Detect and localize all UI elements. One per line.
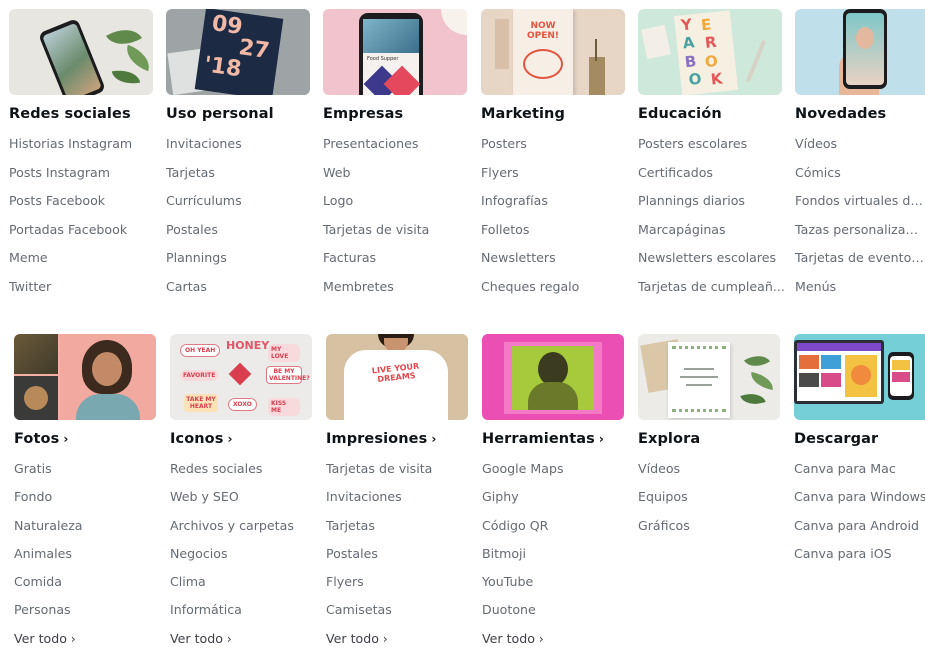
fotos-links: Gratis Fondo Naturaleza Animales Comida … xyxy=(14,461,83,659)
explora-links: Vídeos Equipos Gráficos xyxy=(638,461,690,546)
descargar-links: Canva para Mac Canva para Windows Canva … xyxy=(794,461,925,574)
chevron-right-icon: › xyxy=(70,631,76,646)
descargar-thumbnail[interactable] xyxy=(794,334,925,420)
descargar-heading[interactable]: Descargar xyxy=(794,431,878,447)
herramientas-thumbnail[interactable] xyxy=(482,334,624,420)
link-web-y-seo[interactable]: Web y SEO xyxy=(170,489,294,517)
herramientas-links: Google Maps Giphy Código QR Bitmoji YouT… xyxy=(482,461,564,659)
link-naturaleza[interactable]: Naturaleza xyxy=(14,518,83,546)
iconos-links: Redes sociales Web y SEO Archivos y carp… xyxy=(170,461,294,659)
link-flyers[interactable]: Flyers xyxy=(326,574,432,602)
fotos-heading[interactable]: Fotos › xyxy=(14,431,68,447)
category-fotos: Fotos › Gratis Fondo Naturaleza Animales … xyxy=(14,0,156,646)
impresiones-thumbnail[interactable]: LIVE YOUR DREAMS xyxy=(326,334,468,420)
link-tarjetas-de-visita[interactable]: Tarjetas de visita xyxy=(326,461,432,489)
herramientas-heading[interactable]: Herramientas › xyxy=(482,431,604,447)
explora-heading[interactable]: Explora xyxy=(638,431,700,447)
link-fondo[interactable]: Fondo xyxy=(14,489,83,517)
iconos-thumbnail[interactable]: OH YEAH HONEY MY LOVE FAVORITE BE MY VAL… xyxy=(170,334,312,420)
chevron-right-icon: › xyxy=(226,631,232,646)
link-codigo-qr[interactable]: Código QR xyxy=(482,518,564,546)
link-canva-para-mac[interactable]: Canva para Mac xyxy=(794,461,925,489)
link-clima[interactable]: Clima xyxy=(170,574,294,602)
link-personas[interactable]: Personas xyxy=(14,602,83,630)
category-herramientas: Herramientas › Google Maps Giphy Código Q… xyxy=(482,0,624,646)
fotos-thumbnail[interactable] xyxy=(14,334,156,420)
sticker-my-love: MY LOVE xyxy=(268,344,300,362)
sticker-favorite: FAVORITE xyxy=(180,370,219,381)
chevron-right-icon: › xyxy=(598,432,604,446)
explora-thumbnail[interactable] xyxy=(638,334,780,420)
link-redes-sociales[interactable]: Redes sociales xyxy=(170,461,294,489)
link-youtube[interactable]: YouTube xyxy=(482,574,564,602)
link-archivos-y-carpetas[interactable]: Archivos y carpetas xyxy=(170,518,294,546)
link-google-maps[interactable]: Google Maps xyxy=(482,461,564,489)
category-impresiones: LIVE YOUR DREAMS Impresiones › Tarjetas d… xyxy=(326,0,468,646)
chevron-right-icon: › xyxy=(63,432,69,446)
chevron-right-icon: › xyxy=(227,432,233,446)
chevron-right-icon: › xyxy=(431,432,437,446)
sticker-xoxo: XOXO xyxy=(228,398,257,411)
sticker-take-my-heart: TAKE MY HEART xyxy=(184,394,218,412)
sticker-oh-yeah: OH YEAH xyxy=(180,344,221,357)
category-explora: Explora Vídeos Equipos Gráficos xyxy=(638,0,780,533)
iconos-ver-todo-link[interactable]: Ver todo › xyxy=(170,631,294,659)
category-iconos: OH YEAH HONEY MY LOVE FAVORITE BE MY VAL… xyxy=(170,0,312,646)
link-informatica[interactable]: Informática xyxy=(170,602,294,630)
chevron-right-icon: › xyxy=(538,631,544,646)
link-camisetas[interactable]: Camisetas xyxy=(326,602,432,630)
link-videos[interactable]: Vídeos xyxy=(638,461,690,489)
link-canva-para-ios[interactable]: Canva para iOS xyxy=(794,546,925,574)
link-giphy[interactable]: Giphy xyxy=(482,489,564,517)
herramientas-ver-todo-link[interactable]: Ver todo › xyxy=(482,631,564,659)
link-duotone[interactable]: Duotone xyxy=(482,602,564,630)
link-tarjetas[interactable]: Tarjetas xyxy=(326,518,432,546)
sticker-kiss-me: KISS ME xyxy=(268,398,300,416)
link-postales[interactable]: Postales xyxy=(326,546,432,574)
iconos-heading[interactable]: Iconos › xyxy=(170,431,233,447)
impresiones-links: Tarjetas de visita Invitaciones Tarjetas… xyxy=(326,461,432,659)
sticker-honey: HONEY xyxy=(226,339,270,352)
link-comida[interactable]: Comida xyxy=(14,574,83,602)
link-gratis[interactable]: Gratis xyxy=(14,461,83,489)
impresiones-ver-todo-link[interactable]: Ver todo › xyxy=(326,631,432,659)
link-animales[interactable]: Animales xyxy=(14,546,83,574)
link-negocios[interactable]: Negocios xyxy=(170,546,294,574)
link-bitmoji[interactable]: Bitmoji xyxy=(482,546,564,574)
link-equipos[interactable]: Equipos xyxy=(638,489,690,517)
chevron-right-icon: › xyxy=(382,631,388,646)
link-invitaciones[interactable]: Invitaciones xyxy=(326,489,432,517)
impresiones-heading[interactable]: Impresiones › xyxy=(326,431,436,447)
link-canva-para-android[interactable]: Canva para Android xyxy=(794,518,925,546)
category-descargar: Descargar Canva para Mac Canva para Wind… xyxy=(794,0,925,561)
link-canva-para-windows[interactable]: Canva para Windows xyxy=(794,489,925,517)
link-graficos[interactable]: Gráficos xyxy=(638,518,690,546)
fotos-ver-todo-link[interactable]: Ver todo › xyxy=(14,631,83,659)
sticker-be-my-valentine: BE MY VALENTINE? xyxy=(266,366,310,384)
